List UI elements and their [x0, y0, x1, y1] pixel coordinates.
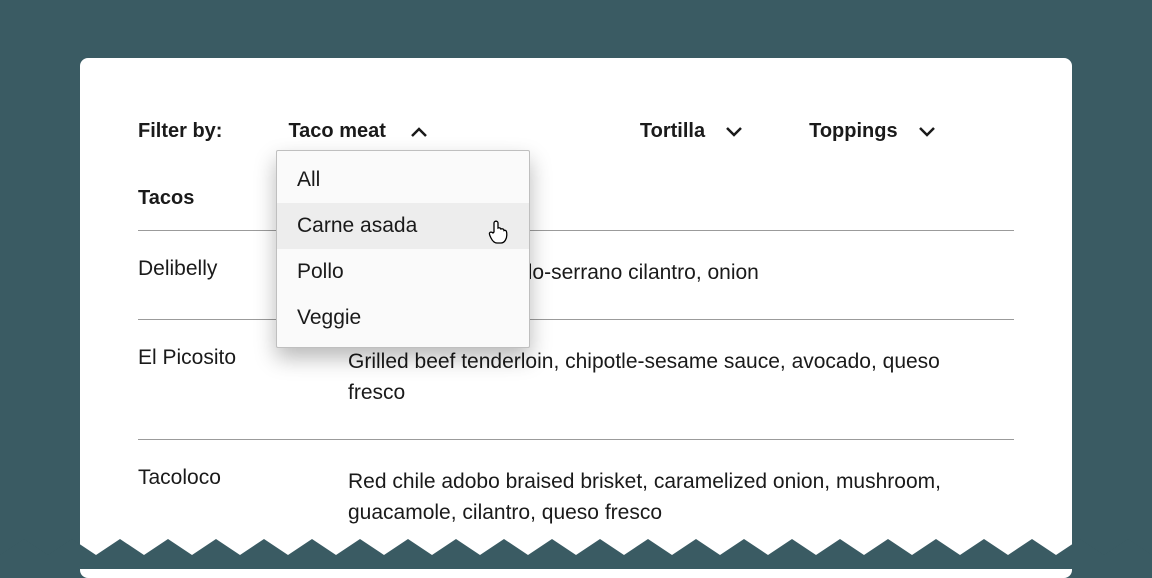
- dropdown-option-pollo[interactable]: Pollo: [277, 249, 529, 295]
- dropdown-option-carne-asada[interactable]: Carne asada: [277, 203, 529, 249]
- filter-bar: Filter by: Taco meat Tortilla Toppings A…: [138, 120, 1014, 143]
- dropdown-option-veggie[interactable]: Veggie: [277, 295, 529, 341]
- taco-description: Red chile adobo braised brisket, caramel…: [348, 466, 1014, 529]
- filter-tortilla-label: Tortilla: [640, 120, 705, 143]
- tacos-table: Tacos Delibelly Slow Honey tomatillo-ser…: [138, 187, 1014, 559]
- taco-name: El Picosito: [138, 346, 348, 409]
- taco-meat-dropdown: All Carne asada Pollo Veggie: [276, 150, 530, 348]
- chevron-down-icon: [918, 126, 936, 138]
- filter-prefix-label: Filter by:: [138, 120, 222, 143]
- table-row: El Picosito Grilled beef tenderloin, chi…: [138, 320, 1014, 440]
- filter-toppings[interactable]: Toppings: [809, 120, 936, 143]
- filter-taco-meat-label: Taco meat: [288, 120, 385, 143]
- table-header-tacos: Tacos: [138, 187, 1014, 231]
- filter-toppings-label: Toppings: [809, 120, 898, 143]
- filter-taco-meat[interactable]: Taco meat: [288, 120, 427, 143]
- torn-edge-decoration: [0, 539, 1152, 569]
- filter-tortilla[interactable]: Tortilla: [640, 120, 743, 143]
- content-panel: Filter by: Taco meat Tortilla Toppings A…: [80, 58, 1072, 578]
- dropdown-option-all[interactable]: All: [277, 157, 529, 203]
- chevron-down-icon: [725, 126, 743, 138]
- table-row: Delibelly Slow Honey tomatillo-serrano c…: [138, 231, 1014, 320]
- chevron-up-icon: [410, 126, 428, 138]
- taco-name: Tacoloco: [138, 466, 348, 529]
- taco-description: Grilled beef tenderloin, chipotle-sesame…: [348, 346, 1014, 409]
